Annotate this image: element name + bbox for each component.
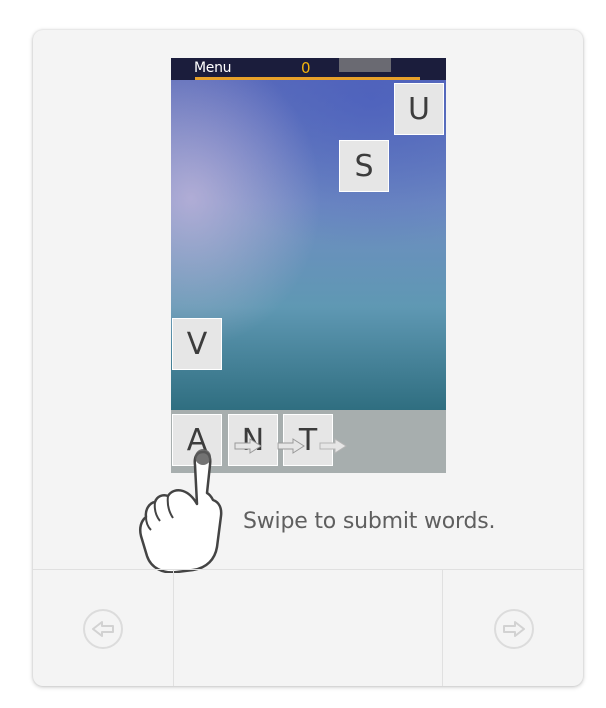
arrow-left-circle-icon: [92, 621, 114, 637]
footer-divider: [442, 570, 443, 686]
arrow-right-circle-icon: [503, 621, 525, 637]
letter-tile-v[interactable]: V: [172, 318, 222, 370]
game-topbar: Menu 0: [171, 58, 446, 80]
previous-button[interactable]: [83, 609, 123, 649]
tutorial-caption: Swipe to submit words.: [243, 509, 496, 534]
score-display: 0: [301, 59, 311, 77]
menu-button[interactable]: Menu: [194, 60, 232, 76]
letter-tile-u[interactable]: U: [394, 83, 444, 135]
footer-divider: [173, 570, 174, 686]
timer-bar: [195, 77, 420, 80]
game-screen: Menu 0 U S V A N T: [171, 58, 446, 473]
tutorial-footer: [33, 569, 583, 686]
swipe-arrow-icon: [277, 438, 305, 454]
tutorial-card: Menu 0 U S V A N T Swipe to submit words…: [33, 30, 583, 686]
hand-pointer-icon: [138, 449, 223, 573]
swipe-arrow-icon: [319, 438, 347, 454]
letter-tile-s[interactable]: S: [339, 140, 389, 192]
hud-slot: [339, 58, 391, 72]
next-button[interactable]: [494, 609, 534, 649]
